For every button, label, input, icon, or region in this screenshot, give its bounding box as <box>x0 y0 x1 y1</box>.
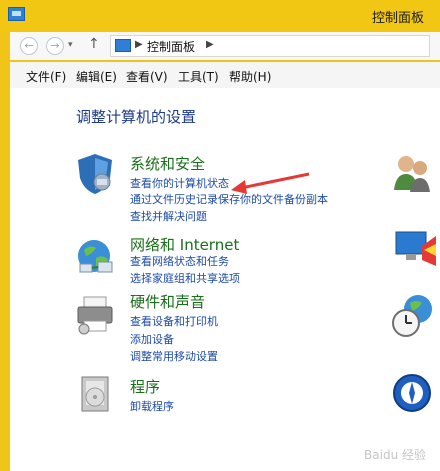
clock-region-icon[interactable] <box>392 293 436 343</box>
network-icon[interactable] <box>74 236 118 280</box>
link-homegroup-sharing[interactable]: 选择家庭组和共享选项 <box>130 270 240 286</box>
menu-file[interactable]: 文件(F) <box>26 68 66 85</box>
control-panel-icon <box>115 39 131 52</box>
control-panel-window: 控制面板 ← → ▾ ↑ ▶ 控制面板 ▶ 文件(F) 编辑(E) 查看(V) … <box>0 0 440 471</box>
link-view-computer-status[interactable]: 查看你的计算机状态 <box>130 175 229 191</box>
link-uninstall-program[interactable]: 卸载程序 <box>130 398 174 414</box>
up-icon[interactable]: ↑ <box>88 36 100 52</box>
menu-help[interactable]: 帮助(H) <box>229 68 271 85</box>
address-bar: ← → ▾ ↑ ▶ 控制面板 ▶ <box>10 32 440 60</box>
category-hardware-sound[interactable]: 硬件和声音 <box>130 291 205 312</box>
shield-icon[interactable] <box>74 152 116 200</box>
window-title: 控制面板 <box>371 11 424 26</box>
page-heading: 调整计算机的设置 <box>76 108 197 126</box>
user-accounts-icon[interactable] <box>392 152 432 200</box>
menu-view[interactable]: 查看(V) <box>126 68 168 85</box>
main-content: 调整计算机的设置 系统和安全 查看你的计算机状态 通过文件历史记录保存你的文件备… <box>10 88 440 471</box>
annotation-arrow-icon <box>231 172 310 194</box>
link-devices-printers[interactable]: 查看设备和打印机 <box>130 313 218 329</box>
category-system-security[interactable]: 系统和安全 <box>130 153 205 174</box>
programs-icon[interactable] <box>74 373 118 421</box>
link-add-device[interactable]: 添加设备 <box>130 331 174 347</box>
category-network-internet[interactable]: 网络和 Internet <box>130 234 239 255</box>
watermark: Baidu 经验 <box>364 448 426 462</box>
printer-icon[interactable] <box>74 293 118 341</box>
address-field[interactable]: ▶ 控制面板 ▶ <box>110 35 430 57</box>
menu-tools[interactable]: 工具(T) <box>178 68 219 85</box>
breadcrumb-control-panel[interactable]: 控制面板 <box>147 38 195 55</box>
title-bar: 控制面板 <box>0 0 440 32</box>
back-button[interactable]: ← <box>20 37 38 55</box>
menu-edit[interactable]: 编辑(E) <box>76 68 117 85</box>
control-panel-icon <box>8 7 25 21</box>
chevron-right-icon[interactable]: ▶ <box>135 39 143 50</box>
link-mobility-settings[interactable]: 调整常用移动设置 <box>130 348 218 364</box>
link-network-status[interactable]: 查看网络状态和任务 <box>130 253 229 269</box>
menu-bar: 文件(F) 编辑(E) 查看(V) 工具(T) 帮助(H) <box>10 62 440 89</box>
forward-button[interactable]: → <box>46 37 64 55</box>
history-dropdown-icon[interactable]: ▾ <box>68 40 73 50</box>
link-troubleshoot[interactable]: 查找并解决问题 <box>130 208 207 224</box>
appearance-icon[interactable] <box>392 226 436 274</box>
ease-of-access-icon[interactable] <box>392 373 432 417</box>
category-programs[interactable]: 程序 <box>130 376 160 397</box>
chevron-right-icon[interactable]: ▶ <box>206 39 214 50</box>
